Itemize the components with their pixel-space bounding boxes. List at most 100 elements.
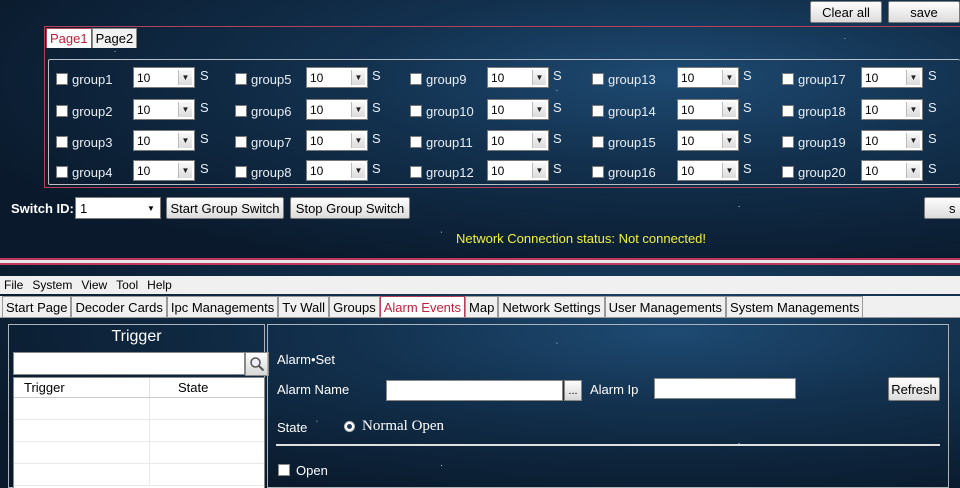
interval-select[interactable]: 10 ▼	[677, 160, 739, 181]
tab-page2[interactable]: Page2	[91, 28, 138, 48]
interval-unit: S	[928, 161, 937, 176]
group-checkbox-item[interactable]: group5	[235, 68, 291, 90]
interval-select[interactable]: 10 ▼	[487, 99, 549, 120]
group-checkbox-item[interactable]: group9	[410, 68, 466, 90]
alarm-name-browse-button[interactable]: ...	[564, 380, 582, 401]
clear-all-button[interactable]: Clear all	[810, 1, 882, 23]
group-checkbox[interactable]	[782, 105, 794, 117]
interval-select[interactable]: 10 ▼	[133, 160, 195, 181]
interval-select[interactable]: 10 ▼	[133, 99, 195, 120]
interval-select[interactable]: 10 ▼	[861, 67, 923, 88]
interval-select[interactable]: 10 ▼	[487, 160, 549, 181]
trigger-search-input[interactable]	[13, 352, 245, 375]
tab-groups[interactable]: Groups	[329, 296, 380, 317]
group-checkbox-item[interactable]: group10	[410, 100, 474, 122]
start-group-switch-button[interactable]: Start Group Switch	[166, 197, 284, 219]
chevron-down-icon: ▼	[351, 163, 365, 178]
menu-file[interactable]: File	[4, 278, 23, 292]
tab-start-page[interactable]: Start Page	[2, 296, 72, 317]
group-checkbox-item[interactable]: group7	[235, 131, 291, 153]
group-checkbox-item[interactable]: group15	[592, 131, 656, 153]
normal-open-radio[interactable]	[344, 421, 355, 432]
tab-decoder-cards[interactable]: Decoder Cards	[71, 296, 167, 317]
group-checkbox[interactable]	[56, 105, 68, 117]
alarm-name-input[interactable]	[386, 380, 563, 401]
stop-group-switch-button[interactable]: Stop Group Switch	[290, 197, 410, 219]
group-checkbox-item[interactable]: group4	[56, 161, 112, 183]
interval-select[interactable]: 10 ▼	[133, 67, 195, 88]
interval-select[interactable]: 10 ▼	[861, 160, 923, 181]
group-checkbox[interactable]	[592, 136, 604, 148]
interval-select[interactable]: 10 ▼	[306, 130, 368, 151]
tab-alarm-events[interactable]: Alarm Events	[379, 296, 466, 317]
group-checkbox-item[interactable]: group1	[56, 68, 112, 90]
refresh-button[interactable]: Refresh	[888, 377, 940, 401]
group-checkbox[interactable]	[410, 73, 422, 85]
save-button-partial[interactable]: s	[924, 197, 960, 219]
menu-system[interactable]: System	[32, 278, 72, 292]
group-checkbox[interactable]	[782, 136, 794, 148]
group-checkbox-item[interactable]: group2	[56, 100, 112, 122]
group-checkbox[interactable]	[235, 73, 247, 85]
group-label: group15	[608, 134, 656, 150]
group-checkbox[interactable]	[782, 166, 794, 178]
interval-select[interactable]: 10 ▼	[861, 130, 923, 151]
menu-view[interactable]: View	[81, 278, 107, 292]
interval-select[interactable]: 10 ▼	[677, 67, 739, 88]
group-checkbox[interactable]	[782, 73, 794, 85]
alarm-ip-input[interactable]	[654, 378, 796, 399]
group-checkbox-item[interactable]: group3	[56, 131, 112, 153]
search-button[interactable]	[245, 352, 269, 376]
group-checkbox[interactable]	[56, 73, 68, 85]
tab-user-managements[interactable]: User Managements	[604, 296, 727, 317]
switch-id-select[interactable]: 1 ▼	[75, 197, 161, 219]
group-checkbox-item[interactable]: group20	[782, 161, 846, 183]
tab-map[interactable]: Map	[465, 296, 499, 317]
save-button[interactable]: save	[888, 1, 960, 23]
group-checkbox[interactable]	[56, 166, 68, 178]
column-state[interactable]: State	[150, 378, 260, 397]
interval-select[interactable]: 10 ▼	[487, 130, 549, 151]
group-checkbox[interactable]	[410, 166, 422, 178]
interval-select[interactable]: 10 ▼	[861, 99, 923, 120]
group-checkbox[interactable]	[235, 105, 247, 117]
interval-select[interactable]: 10 ▼	[677, 130, 739, 151]
group-checkbox-item[interactable]: group18	[782, 100, 846, 122]
group-checkbox[interactable]	[592, 73, 604, 85]
tab-system-managements[interactable]: System Managements	[726, 296, 864, 317]
group-checkbox[interactable]	[235, 166, 247, 178]
group-checkbox-item[interactable]: group19	[782, 131, 846, 153]
interval-select[interactable]: 10 ▼	[487, 67, 549, 88]
interval-select[interactable]: 10 ▼	[306, 67, 368, 88]
tab-ipc-managements[interactable]: Ipc Managements	[166, 296, 279, 317]
open-checkbox[interactable]	[278, 464, 290, 476]
menu-tool[interactable]: Tool	[116, 278, 138, 292]
interval-value: 10	[137, 70, 151, 85]
group-checkbox-item[interactable]: group11	[410, 131, 473, 153]
interval-unit: S	[372, 161, 381, 176]
group-checkbox[interactable]	[592, 166, 604, 178]
group-checkbox-item[interactable]: group8	[235, 161, 291, 183]
group-checkbox[interactable]	[235, 136, 247, 148]
column-trigger[interactable]: Trigger	[14, 378, 150, 397]
interval-select[interactable]: 10 ▼	[306, 99, 368, 120]
group-checkbox-item[interactable]: group14	[592, 100, 656, 122]
chevron-down-icon: ▼	[178, 133, 192, 148]
group-checkbox-item[interactable]: group12	[410, 161, 474, 183]
group-checkbox[interactable]	[410, 105, 422, 117]
tab-network-settings[interactable]: Network Settings	[498, 296, 605, 317]
group-checkbox[interactable]	[56, 136, 68, 148]
interval-select[interactable]: 10 ▼	[133, 130, 195, 151]
interval-select[interactable]: 10 ▼	[677, 99, 739, 120]
tab-tv-wall[interactable]: Tv Wall	[278, 296, 330, 317]
tab-page1[interactable]: Page1	[46, 28, 92, 48]
table-row	[14, 398, 264, 420]
group-checkbox[interactable]	[410, 136, 422, 148]
group-checkbox-item[interactable]: group16	[592, 161, 656, 183]
group-checkbox[interactable]	[592, 105, 604, 117]
group-checkbox-item[interactable]: group13	[592, 68, 656, 90]
interval-select[interactable]: 10 ▼	[306, 160, 368, 181]
group-checkbox-item[interactable]: group17	[782, 68, 846, 90]
group-checkbox-item[interactable]: group6	[235, 100, 291, 122]
menu-help[interactable]: Help	[147, 278, 172, 292]
